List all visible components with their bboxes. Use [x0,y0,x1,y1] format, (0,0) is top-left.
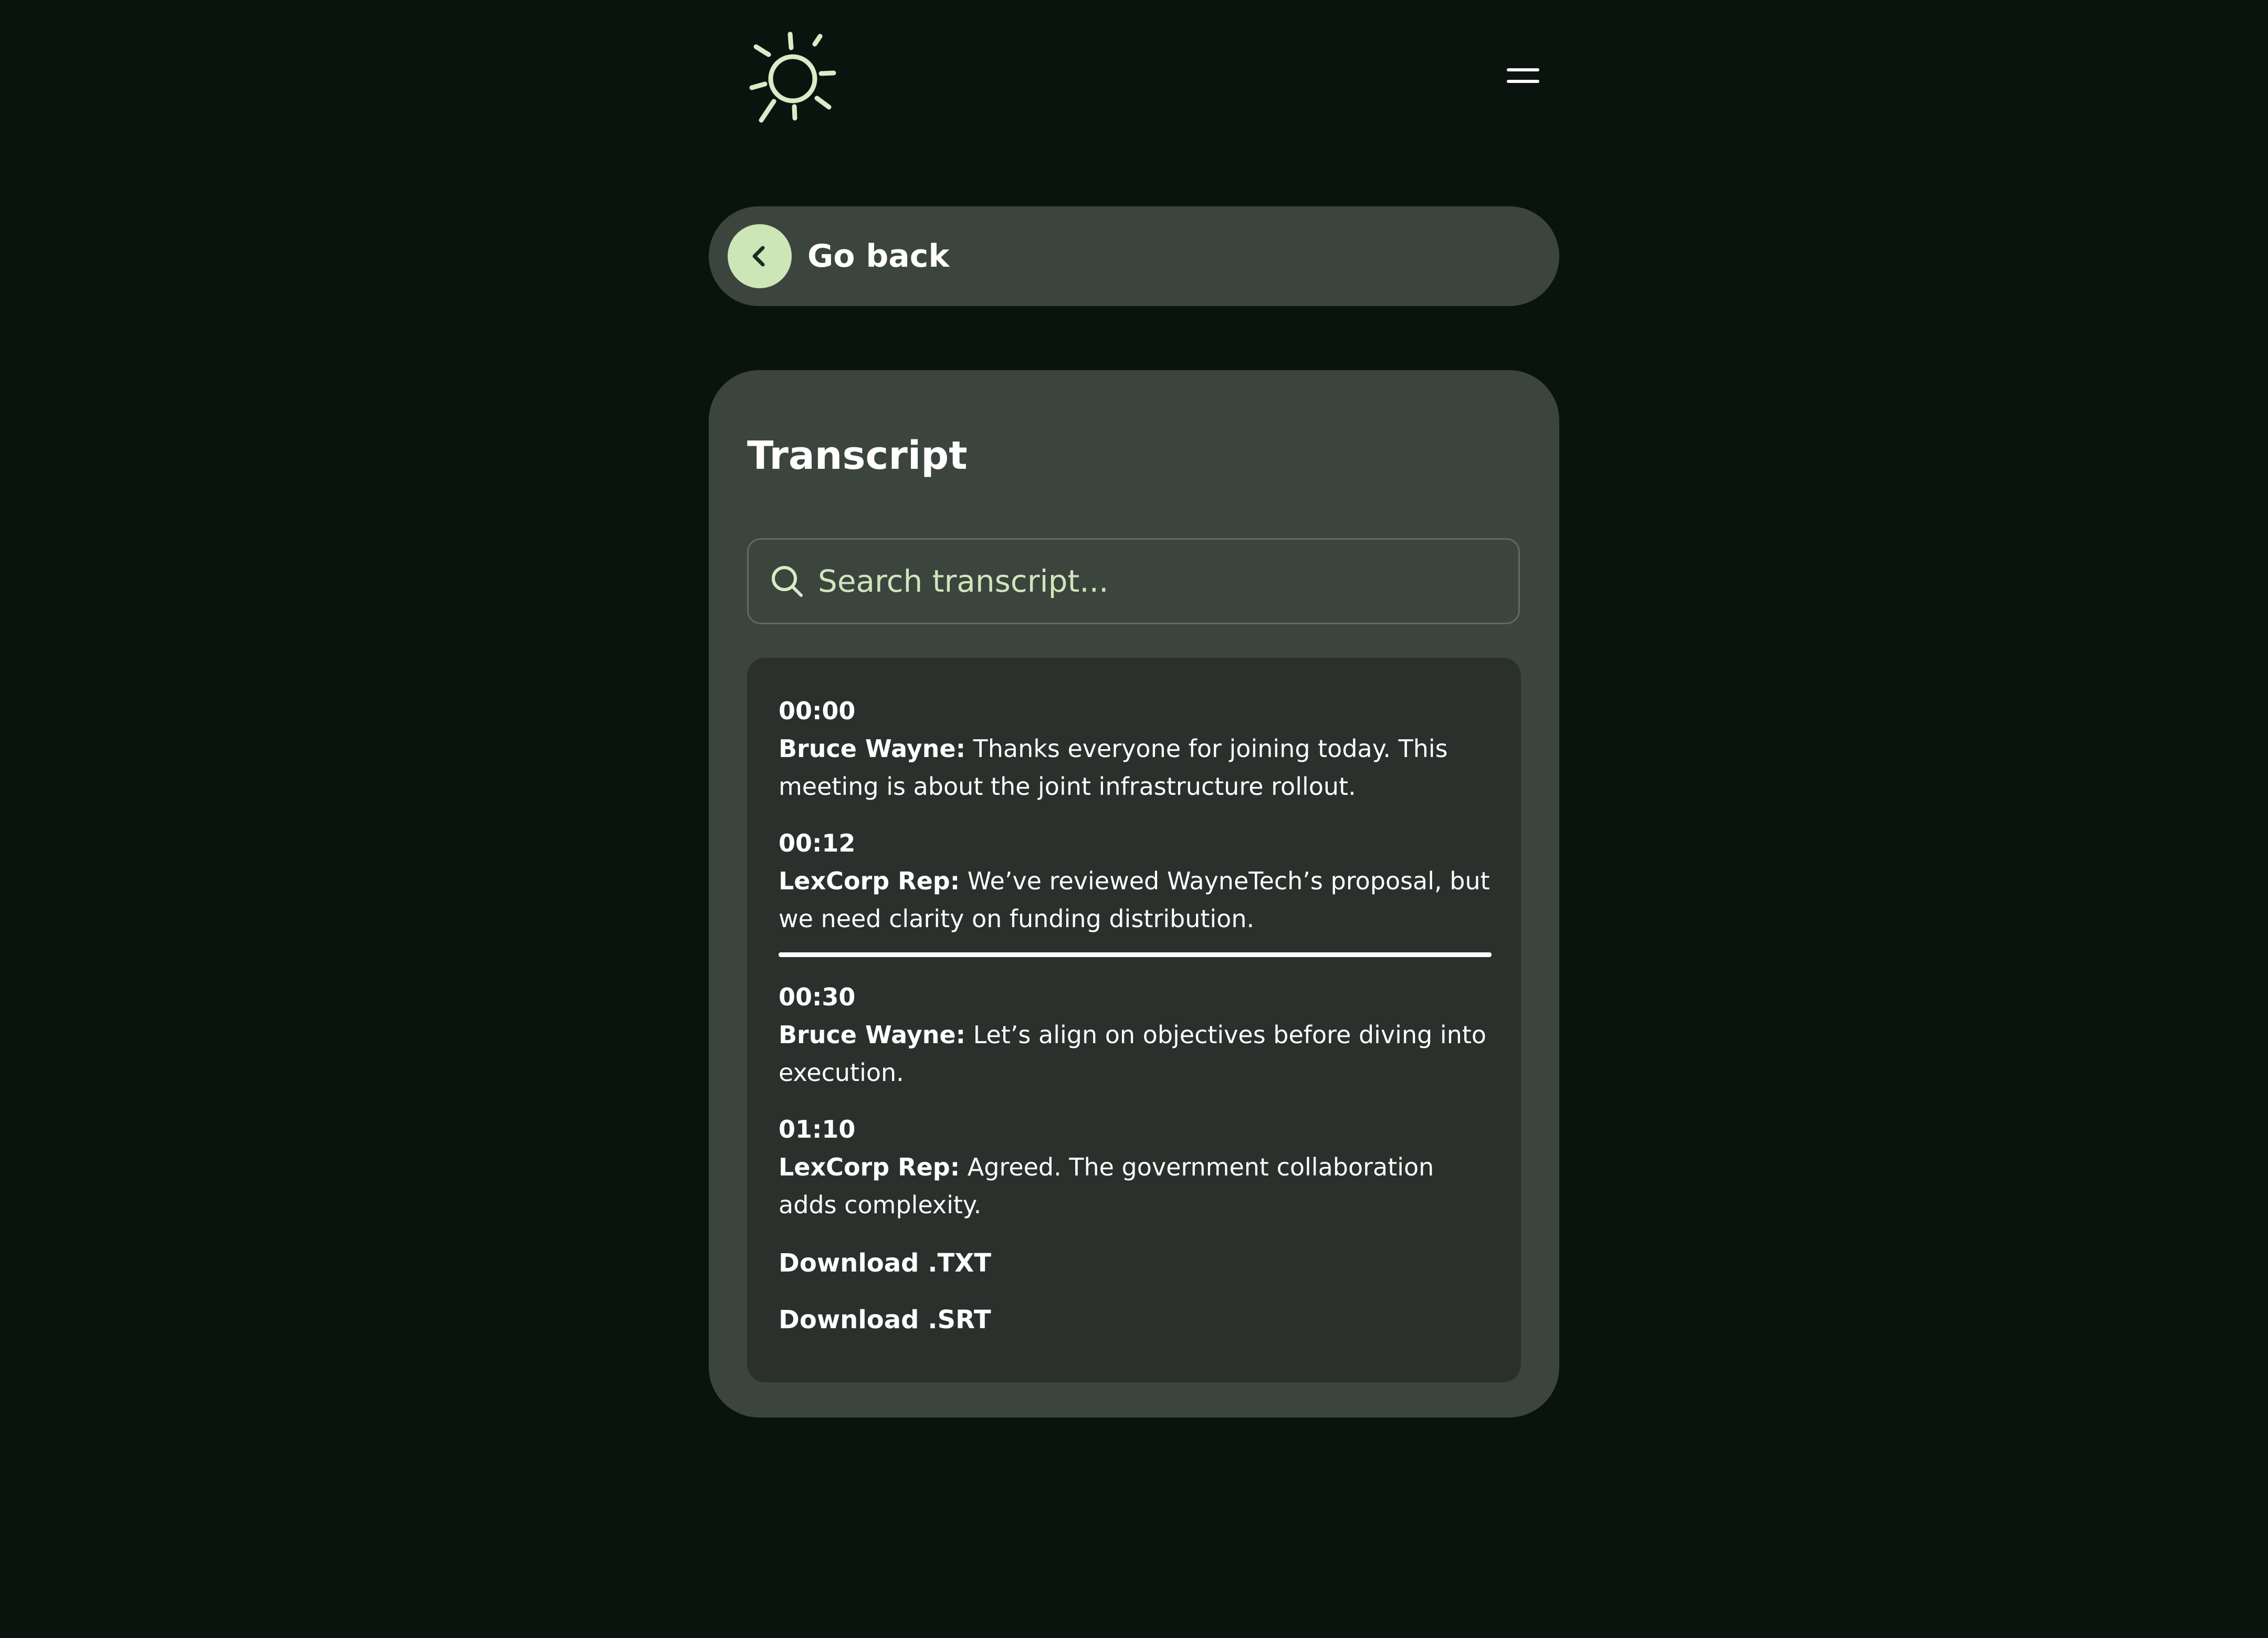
transcript-entry: 01:10 LexCorp Rep: Agreed. The governmen… [779,1110,1493,1224]
entry-speaker: Bruce Wayne: [779,734,966,763]
transcript-entry: 00:00 Bruce Wayne: Thanks everyone for j… [779,692,1493,805]
transcript-entry: 00:30 Bruce Wayne: Let’s align on object… [779,978,1493,1091]
entry-timestamp[interactable]: 00:30 [779,978,1493,1016]
download-txt-link[interactable]: Download .TXT [779,1247,991,1279]
menu-bar-bottom [1507,80,1539,83]
search-input[interactable] [817,539,1518,623]
menu-bar-top [1507,68,1539,71]
search-box[interactable] [747,538,1520,624]
transcript-panel[interactable]: 00:00 Bruce Wayne: Thanks everyone for j… [747,658,1521,1382]
page: Go back Transcript 00:00 Bruce Wayne: Th… [709,0,1559,1638]
entry-timestamp[interactable]: 00:12 [779,824,1493,862]
chevron-left-icon [752,246,765,267]
entry-speaker: LexCorp Rep: [779,1153,960,1181]
entry-speaker: LexCorp Rep: [779,867,960,895]
transcript-entry: 00:12 LexCorp Rep: We’ve reviewed WayneT… [779,824,1493,938]
playback-position-divider [779,952,1492,957]
transcript-card: Transcript 00:00 Bruce Wayne: Thanks eve… [709,370,1559,1418]
sun-logo-icon[interactable] [746,29,840,129]
entry-text: LexCorp Rep: Agreed. The government coll… [779,1153,1434,1219]
entry-text: LexCorp Rep: We’ve reviewed WayneTech’s … [779,867,1490,933]
entry-text: Bruce Wayne: Let’s align on objectives b… [779,1021,1486,1087]
transcript-title: Transcript [747,433,968,478]
hamburger-menu-icon[interactable] [1507,63,1540,89]
entry-text: Bruce Wayne: Thanks everyone for joining… [779,734,1448,801]
entry-speaker: Bruce Wayne: [779,1021,966,1049]
entry-timestamp[interactable]: 01:10 [779,1110,1493,1148]
transcript-entries: 00:00 Bruce Wayne: Thanks everyone for j… [779,692,1493,1224]
entry-timestamp[interactable]: 00:00 [779,692,1493,730]
go-back-label: Go back [807,238,950,275]
download-srt-link[interactable]: Download .SRT [779,1304,991,1336]
download-links: Download .TXT Download .SRT [779,1247,991,1336]
search-icon [769,563,805,600]
go-back-button[interactable]: Go back [709,206,1559,306]
back-circle [728,224,792,288]
